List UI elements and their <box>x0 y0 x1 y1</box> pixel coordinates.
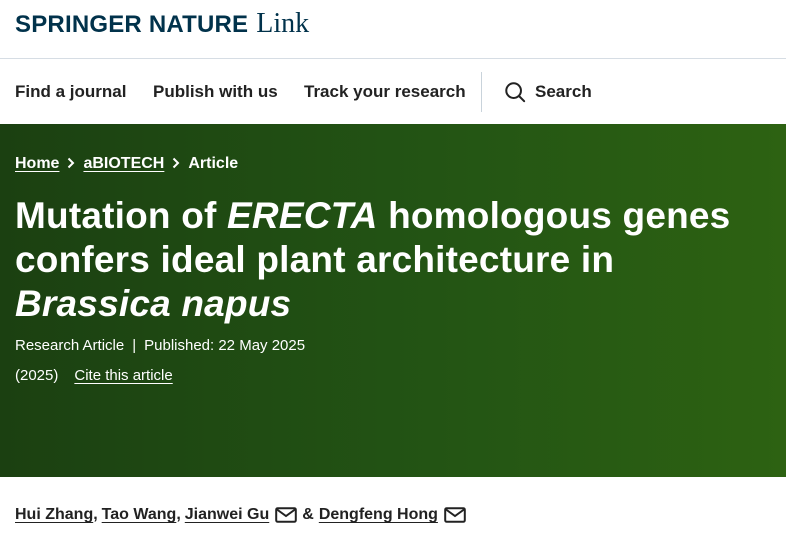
search-icon <box>505 82 526 103</box>
author-separator: , <box>93 506 98 523</box>
meta-divider: | <box>132 337 137 354</box>
article-hero: Home aBIOTECH Article Mutation of ERECTA… <box>0 124 786 477</box>
breadcrumb-journal[interactable]: aBIOTECH <box>83 155 164 173</box>
envelope-icon[interactable] <box>275 507 298 523</box>
nav-divider <box>481 72 482 112</box>
envelope-icon[interactable] <box>444 507 466 523</box>
nav-track-your-research[interactable]: Track your research <box>304 60 466 124</box>
springer-nature-link-logo[interactable]: SPRINGER NATURE Link <box>15 8 309 40</box>
brand-bar: SPRINGER NATURE Link <box>0 0 786 59</box>
article-title: Mutation of ERECTA homologous genes conf… <box>15 194 775 326</box>
author-list: Hui Zhang, Tao Wang, Jianwei Gu & Dengfe… <box>15 506 466 524</box>
main-nav: Find a journal Publish with us Track you… <box>0 60 786 124</box>
article-year: (2025) <box>15 367 59 384</box>
author-link[interactable]: Tao Wang <box>102 506 177 524</box>
search-button[interactable]: Search <box>504 60 592 124</box>
title-text: Mutation of <box>15 195 228 236</box>
brand-name: SPRINGER NATURE <box>15 11 249 38</box>
author-separator: , <box>176 506 181 523</box>
article-type: Research Article <box>15 337 125 354</box>
search-label: Search <box>535 82 592 101</box>
article-citation-row: (2025) Cite this article <box>15 367 173 384</box>
chevron-right-icon <box>67 156 75 172</box>
chevron-right-icon <box>172 156 180 172</box>
author-link[interactable]: Dengfeng Hong <box>319 506 438 524</box>
author-link[interactable]: Jianwei Gu <box>185 506 269 524</box>
title-gene-name: ERECTA <box>227 195 378 236</box>
published-date: Published: 22 May 2025 <box>144 337 306 354</box>
breadcrumb-home[interactable]: Home <box>15 155 59 173</box>
author-conjunction: & <box>302 506 314 523</box>
brand-product: Link <box>256 8 310 39</box>
breadcrumb: Home aBIOTECH Article <box>15 155 238 173</box>
nav-find-a-journal[interactable]: Find a journal <box>15 60 126 124</box>
cite-this-article-link[interactable]: Cite this article <box>74 367 172 384</box>
article-meta: Research Article | Published: 22 May 202… <box>15 337 305 354</box>
breadcrumb-current: Article <box>188 155 239 172</box>
nav-publish-with-us[interactable]: Publish with us <box>153 60 278 124</box>
title-species-name: Brassica napus <box>15 283 292 324</box>
author-link[interactable]: Hui Zhang <box>15 506 93 524</box>
